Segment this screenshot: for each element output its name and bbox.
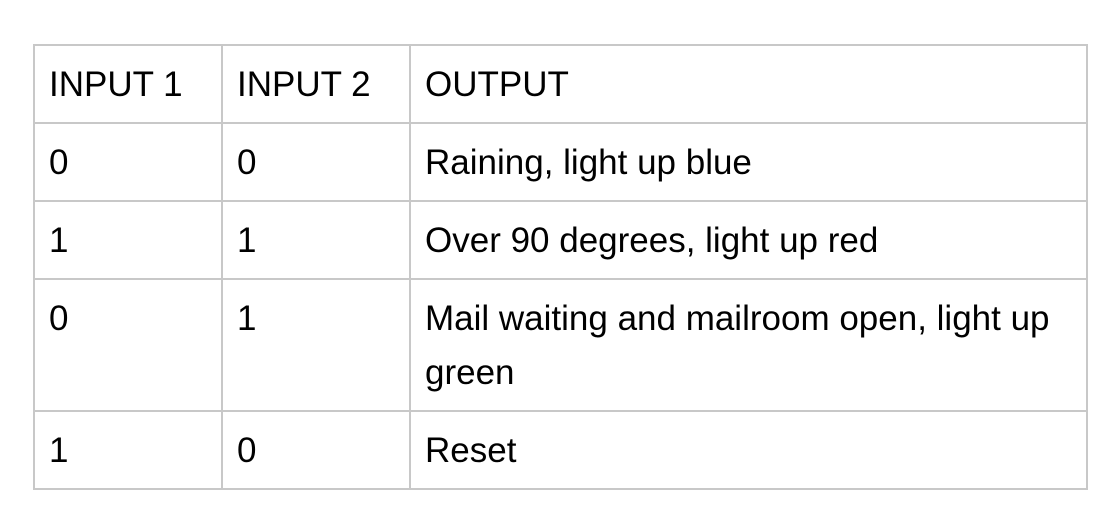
cell-input-1: 1 — [33, 200, 223, 280]
header-input-2: INPUT 2 — [221, 44, 411, 124]
cell-input-1: 0 — [33, 122, 223, 202]
table-row: 0 0 Raining, light up blue — [33, 122, 1088, 202]
header-output: OUTPUT — [409, 44, 1088, 124]
output-text: Mail waiting and mailroom open, light up… — [425, 299, 1050, 392]
output-text: Raining, light up blue — [425, 143, 752, 182]
truth-table-container: INPUT 1 INPUT 2 OUTPUT 0 0 Raining, ligh… — [33, 44, 1088, 490]
cell-input-2: 1 — [221, 200, 411, 280]
cell-output: Mail waiting and mailroom open, light up… — [409, 278, 1088, 412]
cell-input-2: 0 — [221, 410, 411, 490]
output-text: Reset — [425, 431, 517, 470]
cell-output: Reset — [409, 410, 1088, 490]
cell-input-1: 1 — [33, 410, 223, 490]
table-row: 0 1 Mail waiting and mailroom open, ligh… — [33, 278, 1088, 412]
cell-input-2: 0 — [221, 122, 411, 202]
truth-table: INPUT 1 INPUT 2 OUTPUT 0 0 Raining, ligh… — [33, 44, 1088, 490]
output-text: Over 90 degrees, light up red — [425, 221, 879, 260]
table-header-row: INPUT 1 INPUT 2 OUTPUT — [33, 44, 1088, 124]
table-row: 1 1 Over 90 degrees, light up red — [33, 200, 1088, 280]
cell-input-2: 1 — [221, 278, 411, 412]
header-input-1: INPUT 1 — [33, 44, 223, 124]
table-row: 1 0 Reset — [33, 410, 1088, 490]
cell-output: Over 90 degrees, light up red — [409, 200, 1088, 280]
cell-output: Raining, light up blue — [409, 122, 1088, 202]
cell-input-1: 0 — [33, 278, 223, 412]
